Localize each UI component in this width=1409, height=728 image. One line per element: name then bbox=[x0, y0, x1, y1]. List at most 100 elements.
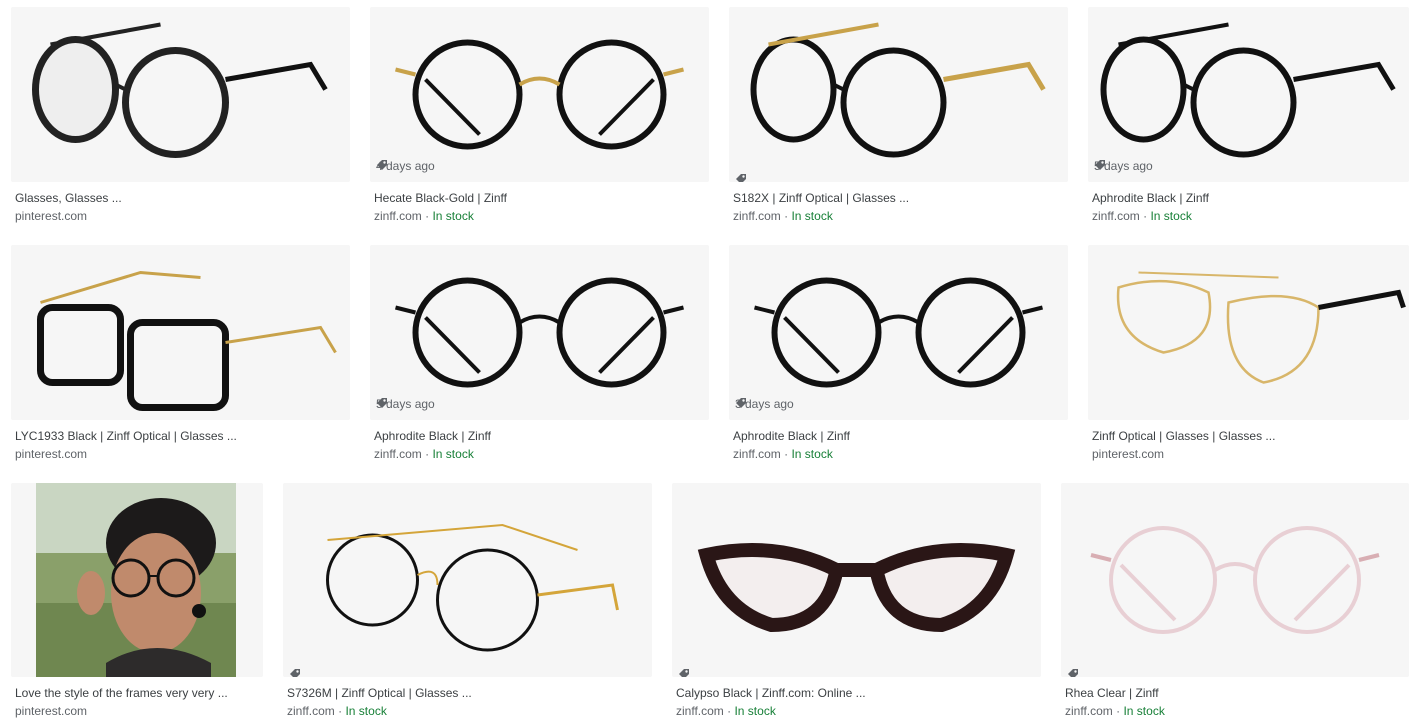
price-tag-badge: 5 days ago bbox=[376, 397, 435, 411]
tag-icon bbox=[377, 398, 387, 408]
result-source[interactable]: zinff.com · In stock bbox=[676, 704, 776, 718]
stock-status: In stock bbox=[1150, 209, 1192, 223]
result-title[interactable]: Aphrodite Black | Zinff bbox=[1092, 191, 1209, 205]
result-title[interactable]: Rhea Clear | Zinff bbox=[1065, 686, 1159, 700]
result-card[interactable]: 3 days ago Aphrodite Black | Zinff zinff.c… bbox=[729, 245, 1068, 464]
source-domain: zinff.com bbox=[374, 447, 422, 461]
result-thumbnail[interactable] bbox=[729, 7, 1068, 182]
source-domain: zinff.com bbox=[676, 704, 724, 718]
glasses-image bbox=[37, 270, 337, 411]
result-thumbnail[interactable]: 5 days ago bbox=[1088, 7, 1409, 182]
separator: · bbox=[1139, 209, 1151, 223]
separator: · bbox=[334, 704, 346, 718]
stock-status: In stock bbox=[791, 209, 833, 223]
source-domain: pinterest.com bbox=[1092, 447, 1165, 461]
source-domain: zinff.com bbox=[733, 209, 781, 223]
result-thumbnail[interactable]: 5 days ago bbox=[370, 245, 709, 420]
result-card[interactable]: Zinff Optical | Glasses | Glasses ... pin… bbox=[1088, 245, 1409, 464]
result-source[interactable]: zinff.com · In stock bbox=[287, 704, 387, 718]
result-title[interactable]: Aphrodite Black | Zinff bbox=[374, 429, 491, 443]
source-domain: pinterest.com bbox=[15, 704, 88, 718]
stock-status: In stock bbox=[432, 447, 474, 461]
result-title[interactable]: Aphrodite Black | Zinff bbox=[733, 429, 850, 443]
separator: · bbox=[780, 209, 792, 223]
separator: · bbox=[780, 447, 792, 461]
glasses-image bbox=[36, 483, 236, 677]
result-title[interactable]: Hecate Black-Gold | Zinff bbox=[374, 191, 507, 205]
result-thumbnail[interactable] bbox=[283, 483, 652, 677]
result-source[interactable]: pinterest.com bbox=[15, 209, 87, 223]
tag-icon bbox=[290, 669, 300, 677]
result-source[interactable]: zinff.com · In stock bbox=[374, 209, 474, 223]
source-domain: zinff.com bbox=[1092, 209, 1140, 223]
result-title[interactable]: S182X | Zinff Optical | Glasses ... bbox=[733, 191, 909, 205]
stock-status: In stock bbox=[734, 704, 776, 718]
separator: · bbox=[421, 209, 433, 223]
price-tag-badge: 5 days ago bbox=[1094, 159, 1153, 173]
result-card[interactable]: Love the style of the frames very very .… bbox=[11, 483, 263, 721]
stock-status: In stock bbox=[791, 447, 833, 461]
separator: · bbox=[723, 704, 735, 718]
result-source[interactable]: zinff.com · In stock bbox=[733, 447, 833, 461]
result-source[interactable]: zinff.com · In stock bbox=[733, 209, 833, 223]
result-source[interactable]: zinff.com · In stock bbox=[1092, 209, 1192, 223]
separator: · bbox=[1112, 704, 1124, 718]
result-card[interactable]: 5 days ago Aphrodite Black | Zinff zinff.c… bbox=[370, 245, 709, 464]
source-domain: zinff.com bbox=[1065, 704, 1113, 718]
result-card[interactable]: Calypso Black | Zinff.com: Online ... zin… bbox=[672, 483, 1041, 721]
result-thumbnail[interactable] bbox=[11, 483, 263, 677]
tag-icon bbox=[1068, 669, 1078, 677]
result-card[interactable]: Glasses, Glasses ... pinterest.com bbox=[11, 7, 350, 226]
result-source[interactable]: zinff.com · In stock bbox=[1065, 704, 1165, 718]
source-domain: zinff.com bbox=[733, 447, 781, 461]
result-card[interactable]: S182X | Zinff Optical | Glasses ... zinff… bbox=[729, 7, 1068, 226]
stock-status: In stock bbox=[345, 704, 387, 718]
glasses-image bbox=[750, 22, 1046, 158]
tag-icon bbox=[377, 160, 387, 170]
result-title[interactable]: S7326M | Zinff Optical | Glasses ... bbox=[287, 686, 472, 700]
result-source[interactable]: pinterest.com bbox=[1092, 447, 1164, 461]
stock-status: In stock bbox=[1123, 704, 1165, 718]
source-domain: pinterest.com bbox=[15, 447, 88, 461]
source-domain: pinterest.com bbox=[15, 209, 88, 223]
glasses-image bbox=[32, 22, 328, 158]
result-card[interactable]: LYC1933 Black | Zinff Optical | Glasses … bbox=[11, 245, 350, 464]
result-card[interactable]: S7326M | Zinff Optical | Glasses ... zinf… bbox=[283, 483, 652, 721]
glasses-image bbox=[326, 523, 619, 652]
result-source[interactable]: pinterest.com bbox=[15, 704, 87, 718]
glasses-image bbox=[395, 39, 684, 150]
result-thumbnail[interactable]: 4 days ago bbox=[370, 7, 709, 182]
result-card[interactable]: 4 days ago Hecate Black-Gold | Zinff zinff… bbox=[370, 7, 709, 226]
result-title[interactable]: Calypso Black | Zinff.com: Online ... bbox=[676, 686, 866, 700]
glasses-image bbox=[395, 277, 684, 388]
result-thumbnail[interactable] bbox=[11, 245, 350, 420]
glasses-image bbox=[1100, 22, 1396, 158]
separator: · bbox=[421, 447, 433, 461]
result-card[interactable]: Rhea Clear | Zinff zinff.com · In stock bbox=[1061, 483, 1409, 721]
result-title[interactable]: Love the style of the frames very very .… bbox=[15, 686, 228, 700]
tag-icon bbox=[736, 398, 746, 408]
stock-status: In stock bbox=[432, 209, 474, 223]
source-domain: zinff.com bbox=[287, 704, 335, 718]
result-title[interactable]: Glasses, Glasses ... bbox=[15, 191, 122, 205]
source-domain: zinff.com bbox=[374, 209, 422, 223]
result-thumbnail[interactable]: 3 days ago bbox=[729, 245, 1068, 420]
result-thumbnail[interactable] bbox=[672, 483, 1041, 677]
result-card[interactable]: 5 days ago Aphrodite Black | Zinff zinff.c… bbox=[1088, 7, 1409, 226]
result-title[interactable]: Zinff Optical | Glasses | Glasses ... bbox=[1092, 429, 1275, 443]
result-source[interactable]: pinterest.com bbox=[15, 447, 87, 461]
price-tag-badge: 3 days ago bbox=[735, 397, 794, 411]
result-thumbnail[interactable] bbox=[11, 7, 350, 182]
glasses-image bbox=[1090, 526, 1380, 634]
tag-icon bbox=[679, 669, 689, 677]
tag-icon bbox=[736, 174, 746, 182]
glasses-image bbox=[697, 543, 1016, 633]
result-thumbnail[interactable] bbox=[1088, 245, 1409, 420]
tag-icon bbox=[1095, 160, 1105, 170]
glasses-image bbox=[1116, 271, 1406, 384]
result-source[interactable]: zinff.com · In stock bbox=[374, 447, 474, 461]
result-title[interactable]: LYC1933 Black | Zinff Optical | Glasses … bbox=[15, 429, 237, 443]
glasses-image bbox=[754, 277, 1043, 388]
price-tag-badge: 4 days ago bbox=[376, 159, 435, 173]
result-thumbnail[interactable] bbox=[1061, 483, 1409, 677]
